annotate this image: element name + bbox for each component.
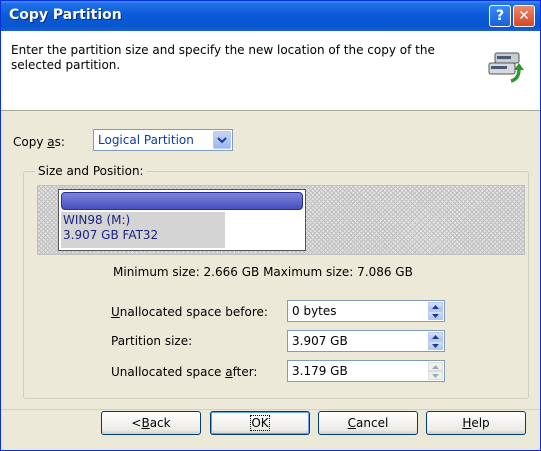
size-limits: Minimum size: 2.666 GB Maximum size: 7.0… <box>113 265 413 279</box>
partition-size-label: Partition size: <box>111 334 193 348</box>
unallocated-before-input[interactable]: 0 bytes <box>287 300 445 322</box>
back-button[interactable]: < Back <box>101 411 201 435</box>
unallocated-after-label: Unallocated space after: <box>111 365 258 379</box>
copy-as-value: Logical Partition <box>98 133 194 147</box>
size-position-label: Size and Position: <box>35 164 147 178</box>
close-icon: ✕ <box>518 8 530 24</box>
spin-up-icon[interactable] <box>428 332 443 341</box>
window-title: Copy Partition <box>9 7 122 23</box>
help-button[interactable]: Help <box>426 411 526 435</box>
spin-up-icon[interactable] <box>428 302 443 311</box>
unallocated-after-input[interactable]: 3.179 GB <box>287 360 445 382</box>
copy-as-dropdown[interactable]: Logical Partition <box>93 129 233 151</box>
copy-partition-dialog: Copy Partition ? ✕ Enter the partition s… <box>0 0 541 451</box>
partition-name: WIN98 (M:) <box>63 213 131 227</box>
spin-buttons[interactable] <box>428 362 443 380</box>
cancel-button[interactable]: Cancel <box>318 411 418 435</box>
partition-size-input[interactable]: 3.907 GB <box>287 330 445 352</box>
unallocated-before-label: Unallocated space before: <box>111 305 268 319</box>
spin-buttons[interactable] <box>428 332 443 350</box>
partition-info: 3.907 GB FAT32 <box>63 228 159 242</box>
copy-disk-icon <box>488 52 524 83</box>
spin-down-icon[interactable] <box>428 341 443 350</box>
spin-buttons[interactable] <box>428 302 443 320</box>
ok-button[interactable]: OK <box>210 411 310 435</box>
footer-separator <box>1 409 540 410</box>
close-button[interactable]: ✕ <box>513 5 535 27</box>
spin-down-icon[interactable] <box>428 311 443 320</box>
title-bar[interactable]: Copy Partition ? ✕ <box>1 1 540 31</box>
copy-as-label: Copy as: <box>13 135 65 149</box>
header-description: Enter the partition size and specify the… <box>11 43 435 72</box>
chevron-down-icon[interactable] <box>213 131 231 149</box>
disk-map: WIN98 (M:) 3.907 GB FAT32 <box>37 185 525 255</box>
partition-bar <box>61 192 303 210</box>
question-mark-icon: ? <box>495 8 505 24</box>
spin-down-icon[interactable] <box>428 371 443 380</box>
spin-up-icon[interactable] <box>428 362 443 371</box>
partition-block[interactable]: WIN98 (M:) 3.907 GB FAT32 <box>58 189 306 251</box>
header-panel: Enter the partition size and specify the… <box>1 31 540 111</box>
help-title-button[interactable]: ? <box>489 5 511 27</box>
